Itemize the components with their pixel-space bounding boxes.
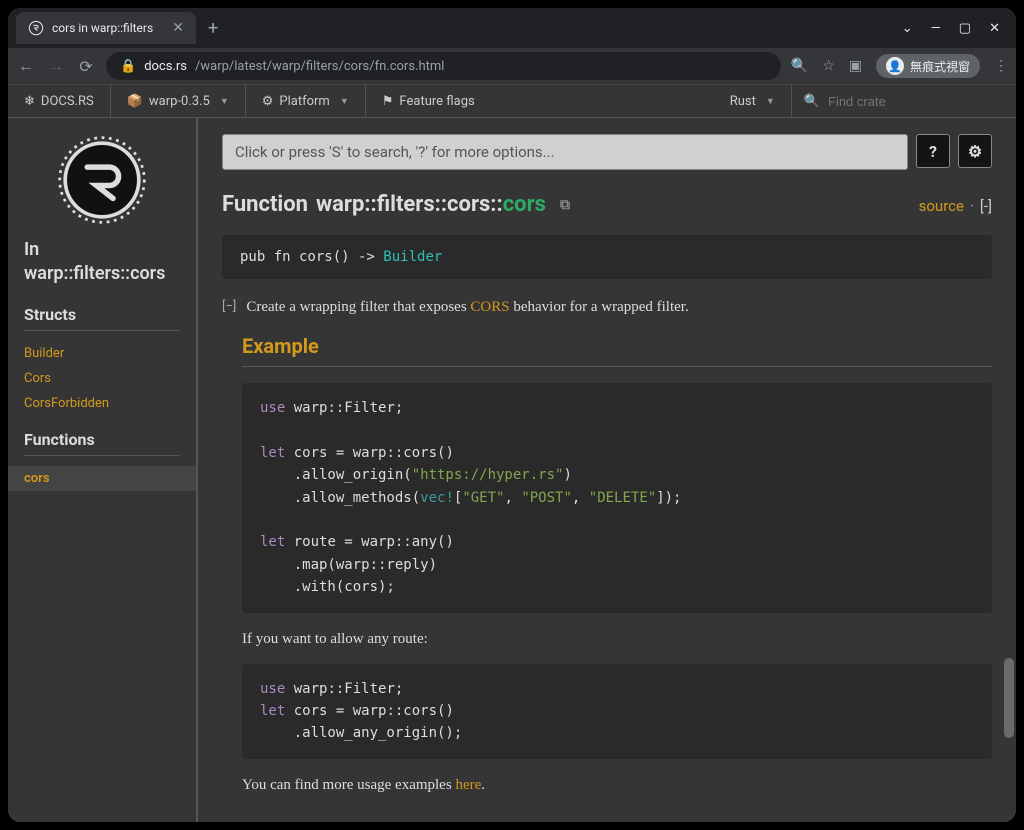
here-link[interactable]: here xyxy=(455,777,481,793)
desc-suffix: behavior for a wrapped filter. xyxy=(510,299,689,315)
content-area: In warp::filters::cors Structs Builder C… xyxy=(8,118,1016,822)
item-name: cors xyxy=(503,192,546,217)
source-link[interactable]: source xyxy=(919,197,964,215)
description-text: Create a wrapping filter that exposes CO… xyxy=(246,299,688,316)
sidebar-link-cors-struct[interactable]: Cors xyxy=(24,366,180,391)
window-controls: ⌄ — ▢ ✕ xyxy=(902,21,1008,36)
caret-down-icon: ▼ xyxy=(340,96,349,107)
scrollbar-thumb[interactable] xyxy=(1004,658,1014,738)
minimize-button[interactable]: — xyxy=(931,21,941,36)
incognito-icon: 👤 xyxy=(886,57,904,75)
location-heading: In warp::filters::cors xyxy=(24,238,180,287)
lang-select[interactable]: Rust ▼ xyxy=(714,85,792,117)
url-box[interactable]: 🔒 docs.rs/warp/latest/warp/filters/cors/… xyxy=(106,52,781,80)
search-row: Click or press 'S' to search, '?' for mo… xyxy=(222,134,992,170)
copy-path-button[interactable]: ⧉ xyxy=(560,197,570,213)
zoom-icon[interactable]: 🔍 xyxy=(791,58,808,74)
crate-search-input[interactable] xyxy=(828,94,1004,109)
back-button[interactable]: ← xyxy=(16,56,36,76)
example-heading: Example xyxy=(242,334,992,367)
docsrs-home[interactable]: ❄ DOCS.RS xyxy=(8,85,111,117)
feature-flags-label: Feature flags xyxy=(399,94,474,109)
decl-return-type[interactable]: Builder xyxy=(383,249,442,265)
declaration-block: pub fn cors() -> Builder xyxy=(222,235,992,279)
gears-icon: ⚙ xyxy=(262,94,274,109)
browser-tab[interactable]: cors in warp::filters ✕ xyxy=(16,12,196,44)
sidebar-link-cors[interactable]: cors xyxy=(8,466,196,491)
lang-label: Rust xyxy=(730,94,756,109)
collapse-toggle[interactable]: [-] xyxy=(980,197,992,215)
crate-select[interactable]: 📦 warp-0.3.5 ▼ xyxy=(111,85,246,117)
bookmark-icon[interactable]: ☆ xyxy=(822,58,835,74)
code-example-2: use warp::Filter; let cors = warp::cors(… xyxy=(242,664,992,759)
cors-link[interactable]: CORS xyxy=(470,299,509,315)
lock-icon: 🔒 xyxy=(120,59,136,74)
flag-icon: ⚑ xyxy=(382,94,394,109)
decl-prefix: pub fn cors() -> xyxy=(240,249,383,265)
rust-logo[interactable] xyxy=(24,128,180,238)
more-usage-text: You can find more usage examples here. xyxy=(242,777,992,794)
titlebar: cors in warp::filters ✕ + ⌄ — ▢ ✕ xyxy=(8,8,1016,48)
more-prefix: You can find more usage examples xyxy=(242,777,455,793)
toolbar-right: 🔍 ☆ ▣ 👤 無痕式視窗 ⋮ xyxy=(791,54,1008,78)
maximize-button[interactable]: ▢ xyxy=(959,21,971,36)
close-window-button[interactable]: ✕ xyxy=(989,21,1000,36)
tab-title: cors in warp::filters xyxy=(52,21,153,35)
more-suffix: . xyxy=(481,777,485,793)
sidebar-link-builder[interactable]: Builder xyxy=(24,341,180,366)
caret-down-icon: ▼ xyxy=(766,96,775,107)
between-text: If you want to allow any route: xyxy=(242,631,992,648)
structs-heading: Structs xyxy=(24,305,180,331)
crate-search[interactable]: 🔍 xyxy=(792,85,1016,117)
extensions-icon[interactable]: ▣ xyxy=(849,58,862,74)
chevron-down-icon[interactable]: ⌄ xyxy=(902,21,913,36)
item-path: warp::filters::cors:: xyxy=(316,192,503,217)
settings-button[interactable]: ⚙ xyxy=(958,134,992,168)
url-path: /warp/latest/warp/filters/cors/fn.cors.h… xyxy=(195,59,444,74)
main-content: Click or press 'S' to search, '?' for mo… xyxy=(198,118,1016,822)
rust-icon xyxy=(28,20,44,36)
sidebar: In warp::filters::cors Structs Builder C… xyxy=(8,118,198,822)
doc-search-input[interactable]: Click or press 'S' to search, '?' for mo… xyxy=(222,134,908,170)
search-icon: 🔍 xyxy=(804,94,820,109)
url-host: docs.rs xyxy=(144,59,187,74)
kebab-menu-icon[interactable]: ⋮ xyxy=(994,58,1008,74)
docsrs-nav: ❄ DOCS.RS 📦 warp-0.3.5 ▼ ⚙ Platform ▼ ⚑ … xyxy=(8,84,1016,118)
item-kind: Function xyxy=(222,192,308,217)
reload-button[interactable]: ⟳ xyxy=(76,57,96,76)
help-button[interactable]: ? xyxy=(916,134,950,168)
docsrs-home-label: DOCS.RS xyxy=(41,94,94,109)
address-bar: ← → ⟳ 🔒 docs.rs/warp/latest/warp/filters… xyxy=(8,48,1016,84)
new-tab-button[interactable]: + xyxy=(208,18,218,39)
feature-flags[interactable]: ⚑ Feature flags xyxy=(366,85,491,117)
forward-button[interactable]: → xyxy=(46,56,66,76)
cube-icon: 📦 xyxy=(127,94,143,109)
page-heading: Function warp::filters::cors::cors ⧉ sou… xyxy=(222,192,992,217)
code-example-1: use warp::Filter; let cors = warp::cors(… xyxy=(242,383,992,613)
caret-down-icon: ▼ xyxy=(220,96,229,107)
description-row: [−] Create a wrapping filter that expose… xyxy=(222,299,992,316)
location-prefix: In xyxy=(24,239,39,260)
window: cors in warp::filters ✕ + ⌄ — ▢ ✕ ← → ⟳ … xyxy=(8,8,1016,822)
location-path: warp::filters::cors xyxy=(24,263,165,284)
platform-select[interactable]: ⚙ Platform ▼ xyxy=(246,85,366,117)
close-tab-button[interactable]: ✕ xyxy=(172,20,184,36)
sidebar-link-corsforbidden[interactable]: CorsForbidden xyxy=(24,391,180,416)
toggle-desc[interactable]: [−] xyxy=(222,299,236,314)
gear-icon: ⚙ xyxy=(968,142,982,161)
platform-label: Platform xyxy=(279,94,329,109)
incognito-label: 無痕式視窗 xyxy=(910,58,970,75)
separator: · xyxy=(970,197,974,215)
incognito-badge[interactable]: 👤 無痕式視窗 xyxy=(876,54,980,78)
crate-label: warp-0.3.5 xyxy=(149,94,210,109)
cubes-icon: ❄ xyxy=(24,94,35,109)
functions-heading: Functions xyxy=(24,430,180,456)
desc-prefix: Create a wrapping filter that exposes xyxy=(246,299,470,315)
